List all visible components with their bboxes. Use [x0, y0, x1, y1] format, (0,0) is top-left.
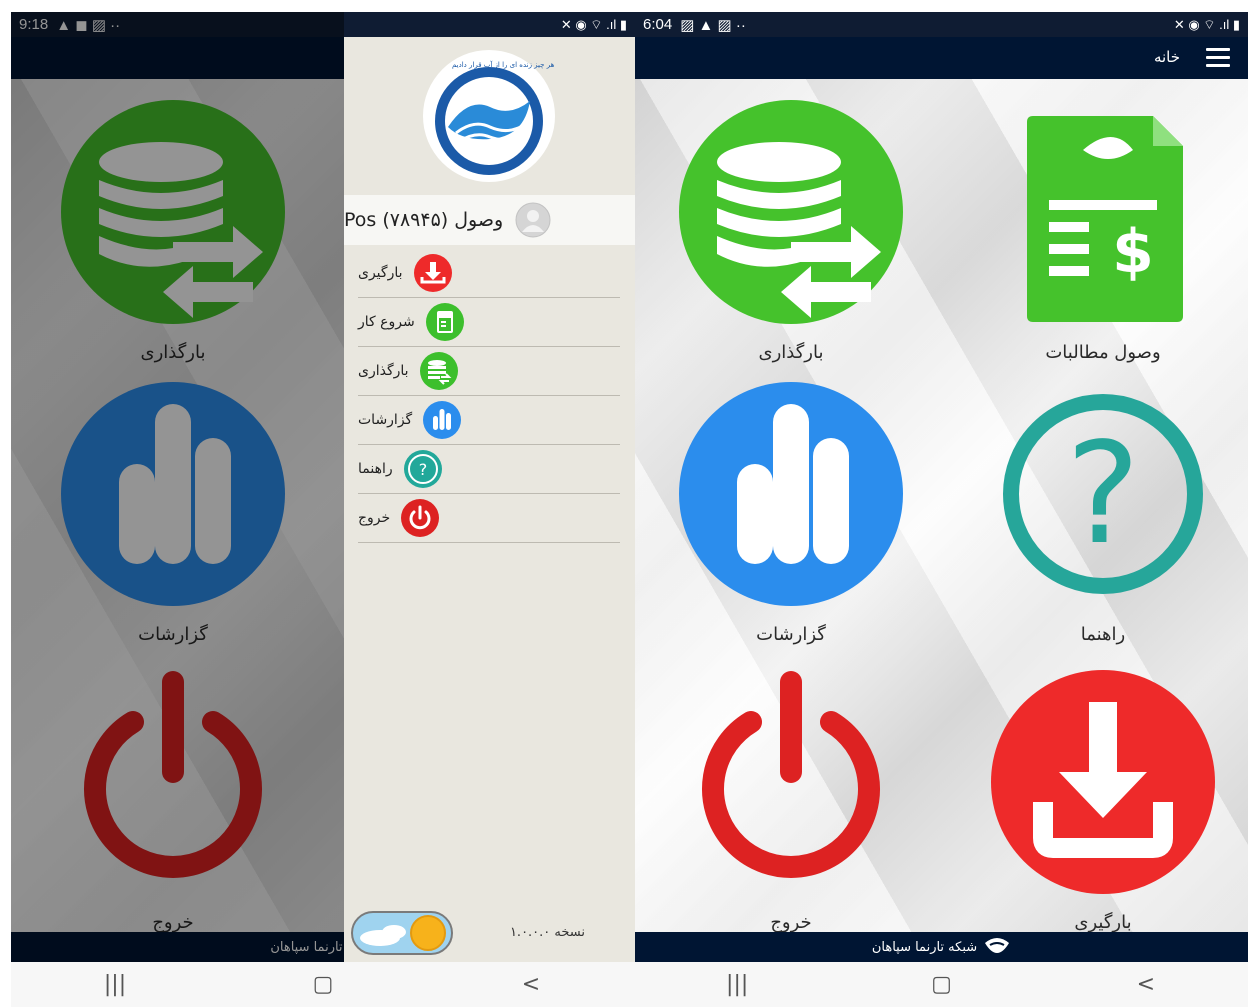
tile-download[interactable]: بارگیری — [983, 662, 1223, 933]
tile-help[interactable]: ? راهنما — [983, 374, 1223, 645]
drawer-item-exit[interactable]: خروج — [358, 494, 620, 543]
download-icon — [413, 254, 452, 292]
drawer-item-download-label: بارگیری — [358, 265, 403, 281]
logo-text: هر چیز زنده ای را از آب قرار دادیم — [452, 60, 555, 69]
drawer-scrim[interactable] — [11, 12, 344, 962]
footer-text: شبکه تارنما سپاهان — [871, 939, 978, 955]
svg-text:$: $ — [1112, 217, 1154, 287]
help-icon: ? — [403, 450, 442, 488]
svg-text:?: ? — [418, 460, 427, 479]
bar-chart-icon — [423, 401, 462, 439]
drawer-user-row[interactable]: وصول (۷۸۹۴۵) Pos — [344, 195, 635, 245]
power-icon — [401, 499, 440, 537]
theme-toggle[interactable] — [350, 910, 454, 956]
status-bar: 6:04 ▨ ▲ ▨ ·· ✕ ◉ ⌔ .ıl ▮ — [635, 12, 1248, 37]
help-icon: ? — [1003, 394, 1203, 594]
status-right-icons: ✕ ◉ ⌔ .ıl ▮ — [1173, 16, 1240, 32]
drawer-item-help-label: راهنما — [358, 461, 393, 477]
page-title: خانه — [1153, 48, 1180, 66]
status-time: 6:04 — [643, 16, 673, 33]
screen-with-drawer: 9:18 ▲ ◼ ▨ ·· ✕ ◉ ⌔ .ıl ▮ بارگذاری گزارش… — [11, 12, 635, 1007]
drawer-item-upload-label: بارگذاری — [358, 363, 409, 379]
status-left-icons: ▨ ▲ ▨ ·· — [680, 16, 746, 34]
drawer-item-help[interactable]: ? راهنما — [358, 445, 620, 494]
invoice-icon — [425, 303, 464, 341]
system-nav-bar: ||| ▢ < — [11, 962, 635, 1007]
tile-download-label: بارگیری — [1074, 912, 1132, 933]
back-button[interactable]: < — [1116, 972, 1176, 997]
power-icon — [702, 671, 880, 878]
drawer-item-start-work[interactable]: شروع کار — [358, 298, 620, 347]
tile-collect-receivables[interactable]: $ وصول مطالبات — [983, 92, 1223, 363]
tile-reports[interactable]: گزارشات — [671, 374, 911, 645]
drawer-item-exit-label: خروج — [358, 510, 391, 526]
download-icon — [991, 670, 1215, 894]
home-button[interactable]: ▢ — [911, 972, 971, 997]
home-screen: 6:04 ▨ ▲ ▨ ·· ✕ ◉ ⌔ .ıl ▮ خانه بارگذاری — [635, 12, 1248, 1007]
tile-exit-label: خروج — [770, 912, 812, 933]
status-right-icons: ✕ ◉ ⌔ .ıl ▮ — [560, 16, 627, 32]
drawer-item-start-work-label: شروع کار — [358, 314, 415, 330]
bar-chart-icon — [679, 382, 903, 606]
tile-exit[interactable]: خروج — [671, 662, 911, 933]
menu-icon[interactable] — [1206, 48, 1230, 68]
app-version: نسخه ۱.۰.۰.۰ — [509, 925, 585, 940]
database-icon — [419, 352, 458, 390]
drawer-item-reports[interactable]: گزارشات — [358, 396, 620, 445]
drawer-item-upload[interactable]: بارگذاری — [358, 347, 620, 396]
drawer-menu: بارگیری شروع کار بارگذاری گزارشات ? راهن… — [358, 249, 620, 543]
tile-reports-label: گزارشات — [756, 624, 826, 645]
invoice-icon: $ — [1027, 116, 1183, 322]
recents-button[interactable]: ||| — [85, 972, 145, 997]
tile-upload[interactable]: بارگذاری — [671, 92, 911, 363]
svg-text:?: ? — [1066, 413, 1140, 576]
tile-help-label: راهنما — [1080, 624, 1126, 645]
navigation-drawer: هر چیز زنده ای را از آب قرار دادیم وصول … — [344, 37, 635, 962]
footer: شبکه تارنما سپاهان — [635, 932, 1248, 962]
system-nav-bar: ||| ▢ < — [635, 962, 1248, 1007]
water-company-logo: هر چیز زنده ای را از آب قرار دادیم — [423, 50, 555, 182]
back-button[interactable]: < — [501, 972, 561, 997]
tile-upload-label: بارگذاری — [758, 342, 824, 363]
drawer-user-name: وصول (۷۸۹۴۵) Pos — [344, 209, 504, 231]
home-button[interactable]: ▢ — [293, 972, 353, 997]
drawer-item-download[interactable]: بارگیری — [358, 249, 620, 298]
recents-button[interactable]: ||| — [707, 972, 767, 997]
brand-icon — [985, 938, 1010, 953]
database-icon — [679, 100, 903, 324]
avatar-icon — [515, 202, 551, 238]
tile-collect-receivables-label: وصول مطالبات — [1045, 342, 1161, 363]
drawer-item-reports-label: گزارشات — [358, 412, 413, 428]
